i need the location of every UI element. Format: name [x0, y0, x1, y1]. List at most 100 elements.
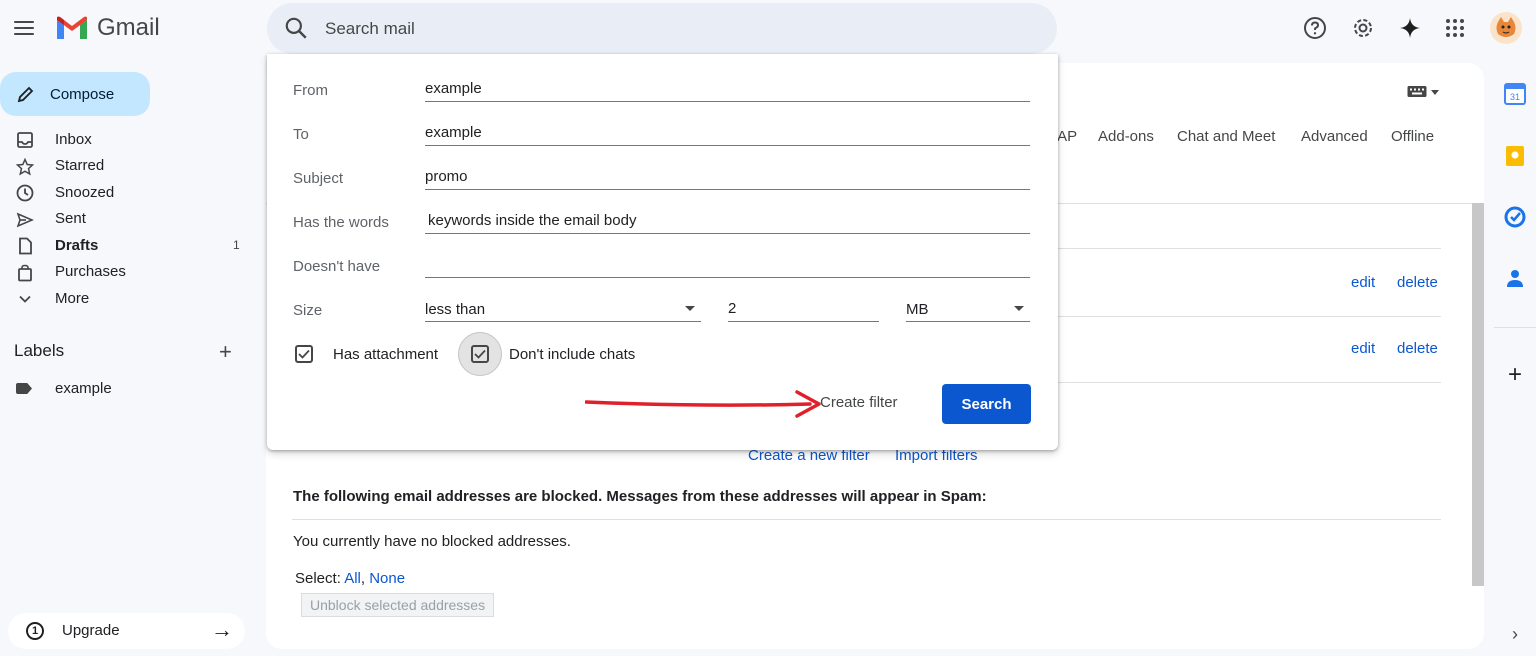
upgrade-button[interactable]: 1 Upgrade → [8, 613, 245, 649]
has-attachment-checkbox[interactable] [295, 345, 313, 363]
contacts-icon[interactable] [1503, 267, 1527, 291]
select-line: Select: All, None [295, 570, 406, 587]
chevron-right-icon[interactable]: › [1503, 622, 1527, 646]
search-bar[interactable] [267, 3, 1057, 54]
checkmark-icon [298, 349, 310, 359]
app-name: Gmail [97, 14, 160, 41]
sidebar-item-sent[interactable]: Sent [0, 206, 250, 233]
no-blocked-text: You currently have no blocked addresses. [293, 533, 571, 550]
bag-icon [16, 264, 34, 282]
help-icon[interactable] [1301, 14, 1329, 42]
filter-edit-link[interactable]: edit [1351, 274, 1375, 291]
sidebar-item-label: Snoozed [55, 183, 115, 201]
account-avatar[interactable] [1490, 12, 1522, 44]
add-label-icon[interactable]: + [219, 339, 232, 365]
search-input[interactable] [325, 16, 925, 42]
labels-heading: Labels [14, 341, 65, 360]
select-all-link[interactable]: All [344, 570, 361, 587]
size-operator-select[interactable]: less than [425, 296, 701, 322]
select-none-link[interactable]: None [369, 570, 405, 587]
tab-advanced[interactable]: Advanced [1301, 128, 1368, 145]
size-unit-value: MB [906, 301, 929, 318]
scrollbar[interactable] [1472, 203, 1484, 586]
label-tag-icon [16, 383, 32, 394]
upgrade-icon: 1 [26, 622, 44, 640]
divider [292, 519, 1441, 520]
gmail-logo[interactable]: Gmail [55, 14, 160, 42]
to-field[interactable] [425, 120, 1030, 146]
sidebar-item-label: Drafts [55, 236, 99, 254]
sidebar-item-inbox[interactable]: Inbox [0, 126, 250, 153]
tab-add-ons[interactable]: Add-ons [1098, 128, 1154, 145]
clock-icon [16, 184, 34, 202]
size-amount-field[interactable] [728, 296, 879, 322]
dropdown-caret-icon [1014, 306, 1024, 311]
tab-chat-and-meet[interactable]: Chat and Meet [1177, 128, 1275, 145]
label-name: example [55, 380, 112, 397]
subject-field[interactable] [425, 164, 1030, 190]
unblock-selected-button[interactable]: Unblock selected addresses [301, 593, 495, 617]
inbox-icon [16, 131, 34, 149]
checkmark-icon [474, 349, 486, 359]
drafts-count: 1 [233, 238, 240, 253]
draft-icon [16, 237, 34, 255]
doesnt-have-label: Doesn't have [293, 258, 381, 275]
has-words-label: Has the words [293, 214, 389, 231]
filter-edit-link[interactable]: edit [1351, 340, 1375, 357]
sidebar-item-more[interactable]: More [0, 285, 250, 312]
sidebar-item-starred[interactable]: Starred [0, 153, 250, 180]
from-field[interactable] [425, 76, 1030, 102]
sidebar-item-snoozed[interactable]: Snoozed [0, 179, 250, 206]
dropdown-caret-icon [685, 306, 695, 311]
annotation-arrow-icon [585, 390, 821, 418]
tab-offline[interactable]: Offline [1391, 128, 1434, 145]
create-filter-link[interactable]: Create filter [820, 394, 898, 411]
sidebar-item-label: Sent [55, 210, 86, 228]
size-operator-value: less than [425, 301, 486, 318]
from-label: From [293, 82, 328, 99]
compose-label: Compose [50, 85, 115, 103]
divider [1494, 327, 1536, 328]
settings-gear-icon[interactable] [1349, 14, 1377, 42]
chevron-down-icon [16, 290, 34, 308]
upgrade-label: Upgrade [62, 622, 120, 639]
sidebar-item-label: Inbox [55, 130, 92, 148]
doesnt-have-field[interactable] [425, 252, 1030, 278]
has-words-field[interactable] [425, 208, 1030, 234]
compose-button[interactable]: Compose [0, 72, 150, 116]
filter-delete-link[interactable]: delete [1397, 340, 1438, 357]
input-tools-keyboard-icon[interactable] [1407, 85, 1439, 99]
sidebar-item-label: Purchases [55, 263, 126, 281]
calendar-icon[interactable]: 31 [1503, 82, 1527, 106]
sidebar-nav: Inbox Starred Snoozed Sent Drafts 1 Purc… [0, 126, 250, 312]
add-addon-icon[interactable]: + [1503, 361, 1527, 388]
dont-include-chats-checkbox[interactable] [471, 345, 489, 363]
sidebar-item-purchases[interactable]: Purchases [0, 259, 250, 286]
subject-label: Subject [293, 170, 344, 187]
star-icon [16, 157, 34, 176]
to-label: To [293, 126, 309, 143]
filter-delete-link[interactable]: delete [1397, 274, 1438, 291]
pencil-icon [17, 86, 34, 103]
send-icon [16, 211, 34, 229]
apps-grid-icon[interactable] [1441, 14, 1469, 42]
search-icon[interactable] [283, 15, 309, 41]
main-menu-icon[interactable] [12, 17, 36, 41]
select-label: Select: [295, 570, 341, 587]
gmail-m-icon [57, 16, 87, 39]
svg-text:31: 31 [1510, 92, 1520, 102]
arrow-right-icon: → [211, 617, 233, 642]
dont-include-chats-label[interactable]: Don't include chats [509, 346, 635, 363]
sidebar-item-label: More [55, 289, 90, 307]
tasks-icon[interactable] [1503, 205, 1527, 229]
size-unit-select[interactable]: MB [906, 296, 1030, 322]
top-bar: Gmail [0, 0, 1536, 58]
label-item-example[interactable]: example [0, 378, 250, 400]
search-button[interactable]: Search [942, 384, 1031, 424]
gemini-sparkle-icon[interactable] [1396, 14, 1424, 42]
blocked-addresses-heading: The following email addresses are blocke… [293, 488, 987, 505]
has-attachment-label[interactable]: Has attachment [333, 346, 438, 363]
size-label: Size [293, 302, 323, 319]
sidebar-item-drafts[interactable]: Drafts 1 [0, 232, 250, 259]
keep-icon[interactable] [1503, 144, 1527, 168]
